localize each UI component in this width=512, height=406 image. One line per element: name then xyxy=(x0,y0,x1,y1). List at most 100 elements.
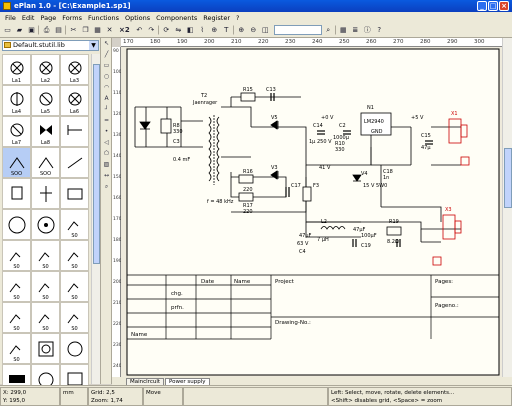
tab-mainclrcult[interactable]: Mainclrcult xyxy=(126,378,165,385)
symbol-tile[interactable]: SOO xyxy=(31,147,60,178)
delete-icon[interactable]: ✕ xyxy=(104,25,115,36)
junction-icon[interactable]: ⊕ xyxy=(209,25,220,36)
arc-tool-icon[interactable]: ◠ xyxy=(102,84,111,93)
menu-page[interactable]: Page xyxy=(37,14,59,22)
symbol-tile[interactable]: S0 xyxy=(2,240,31,271)
close-button[interactable]: × xyxy=(499,1,509,11)
chevron-down-icon[interactable]: ▼ xyxy=(89,41,98,50)
menu-help[interactable]: ? xyxy=(233,14,242,22)
symbol-tile[interactable]: S0 xyxy=(60,209,89,240)
zoom-select[interactable] xyxy=(273,25,322,35)
info-icon[interactable]: ⓘ xyxy=(362,25,373,36)
menu-components[interactable]: Components xyxy=(153,14,200,22)
symbol-tile[interactable] xyxy=(2,178,31,209)
wire-icon[interactable]: ⌇ xyxy=(197,25,208,36)
search-icon[interactable]: ⌕ xyxy=(323,25,334,36)
symbol-tile[interactable]: S0 xyxy=(60,240,89,271)
menu-forms[interactable]: Forms xyxy=(59,14,85,22)
label-v5: V5 xyxy=(271,115,278,121)
symbol-tile[interactable]: S0 xyxy=(2,302,31,333)
symbol-tile[interactable]: La3 xyxy=(60,54,89,85)
ruler-top-tick: 190 xyxy=(177,39,188,45)
redo-icon[interactable]: ↷ xyxy=(146,25,157,36)
schematic-canvas[interactable]: X1 X3 T2 Jaenrager R8 330 C3 0.4 mF R15 … xyxy=(121,47,502,377)
wire-tool-icon[interactable]: ┘ xyxy=(102,106,111,115)
zoom-in-icon[interactable]: ⊕ xyxy=(236,25,247,36)
label-tool-icon[interactable]: ◁ xyxy=(102,139,111,148)
menu-functions[interactable]: Functions xyxy=(85,14,122,22)
component-icon[interactable]: ◧ xyxy=(185,25,196,36)
paste-icon[interactable]: ▦ xyxy=(92,25,103,36)
symbol-tile[interactable]: S0 xyxy=(31,271,60,302)
symbol-tile[interactable] xyxy=(60,147,89,178)
new-file-icon[interactable]: ▭ xyxy=(2,25,13,36)
print-icon[interactable]: ⎙ xyxy=(41,25,52,36)
measure-tool-icon[interactable]: ↔ xyxy=(102,172,111,181)
symbol-tile[interactable]: La4 xyxy=(2,85,31,116)
help-icon[interactable]: ? xyxy=(374,25,385,36)
drawing-tools-strip: ↖ ╱ ▭ ○ ◠ A ┘ ═ • ◁ ⬠ ▨ ↔ ⌕ xyxy=(101,38,112,384)
maximize-button[interactable]: □ xyxy=(488,1,498,11)
symbol-tile[interactable]: S0 xyxy=(2,333,31,364)
library-name: Default.stutil.lib xyxy=(13,41,65,49)
symbol-tile[interactable] xyxy=(60,178,89,209)
symbol-tile[interactable]: La6 xyxy=(60,85,89,116)
menu-file[interactable]: File xyxy=(2,14,19,22)
image-tool-icon[interactable]: ▨ xyxy=(102,161,111,170)
line-tool-icon[interactable]: ╱ xyxy=(102,51,111,60)
preview-icon[interactable]: ▤ xyxy=(53,25,64,36)
schematic-drawing[interactable]: X1 X3 T2 Jaenrager R8 330 C3 0.4 mF R15 … xyxy=(121,47,502,377)
circle-tool-icon[interactable]: ○ xyxy=(102,73,111,82)
symbol-tile[interactable] xyxy=(60,116,89,147)
symbol-tile[interactable]: SOO xyxy=(2,147,31,178)
minimize-button[interactable]: _ xyxy=(477,1,487,11)
symbol-tile[interactable]: S0 xyxy=(2,271,31,302)
zoom-tool-icon[interactable]: ⌕ xyxy=(102,183,111,192)
scroll-thumb[interactable] xyxy=(93,64,100,264)
rect-tool-icon[interactable]: ▭ xyxy=(102,62,111,71)
undo-count[interactable]: ×2 xyxy=(116,25,133,36)
rotate-icon[interactable]: ⟳ xyxy=(161,25,172,36)
symbol-label: La5 xyxy=(40,109,51,115)
symbol-tile[interactable]: S0 xyxy=(60,302,89,333)
symbol-tile[interactable]: La8 xyxy=(31,116,60,147)
grid-icon[interactable]: ▦ xyxy=(338,25,349,36)
menu-edit[interactable]: Edit xyxy=(19,14,38,22)
pointer-icon[interactable]: ↖ xyxy=(102,40,111,49)
symbol-tile[interactable]: S0 xyxy=(60,271,89,302)
library-select[interactable]: Default.stutil.lib ▼ xyxy=(2,40,99,51)
symbol-tile[interactable] xyxy=(2,209,31,240)
symbol-tile[interactable] xyxy=(31,178,60,209)
undo-icon[interactable]: ↶ xyxy=(134,25,145,36)
symbol-tile[interactable] xyxy=(31,333,60,364)
polygon-tool-icon[interactable]: ⬠ xyxy=(102,150,111,159)
canvas-vertical-scrollbar[interactable] xyxy=(502,38,512,377)
junction-tool-icon[interactable]: • xyxy=(102,128,111,137)
symbol-tile[interactable]: S0 xyxy=(31,240,60,271)
layers-icon[interactable]: ≣ xyxy=(350,25,361,36)
symbol-tile[interactable] xyxy=(60,333,89,364)
save-icon[interactable]: ▣ xyxy=(26,25,37,36)
library-scrollbar[interactable] xyxy=(91,54,100,384)
symbol-tile[interactable]: La7 xyxy=(2,116,31,147)
tab-power-supply[interactable]: Power supply xyxy=(165,378,210,385)
menu-options[interactable]: Options xyxy=(122,14,153,22)
menu-register[interactable]: Register xyxy=(200,14,233,22)
zoom-area-icon[interactable]: ◫ xyxy=(260,25,271,36)
cut-icon[interactable]: ✂ xyxy=(68,25,79,36)
ruler-top-tick: 250 xyxy=(339,39,350,45)
symbol-tile[interactable]: La5 xyxy=(31,85,60,116)
text-tool-icon[interactable]: A xyxy=(102,95,111,104)
zoom-out-icon[interactable]: ⊖ xyxy=(248,25,259,36)
copy-icon[interactable]: ❐ xyxy=(80,25,91,36)
symbol-tile[interactable]: La1 xyxy=(2,54,31,85)
symbol-label: La8 xyxy=(40,140,51,146)
symbol-tile[interactable]: S0 xyxy=(31,302,60,333)
mirror-icon[interactable]: ⇋ xyxy=(173,25,184,36)
symbol-tile[interactable]: La2 xyxy=(31,54,60,85)
symbol-tile[interactable] xyxy=(31,209,60,240)
open-folder-icon[interactable]: ▰ xyxy=(14,25,25,36)
bus-tool-icon[interactable]: ═ xyxy=(102,117,111,126)
text-icon[interactable]: T xyxy=(221,25,232,36)
scroll-thumb[interactable] xyxy=(504,148,512,208)
